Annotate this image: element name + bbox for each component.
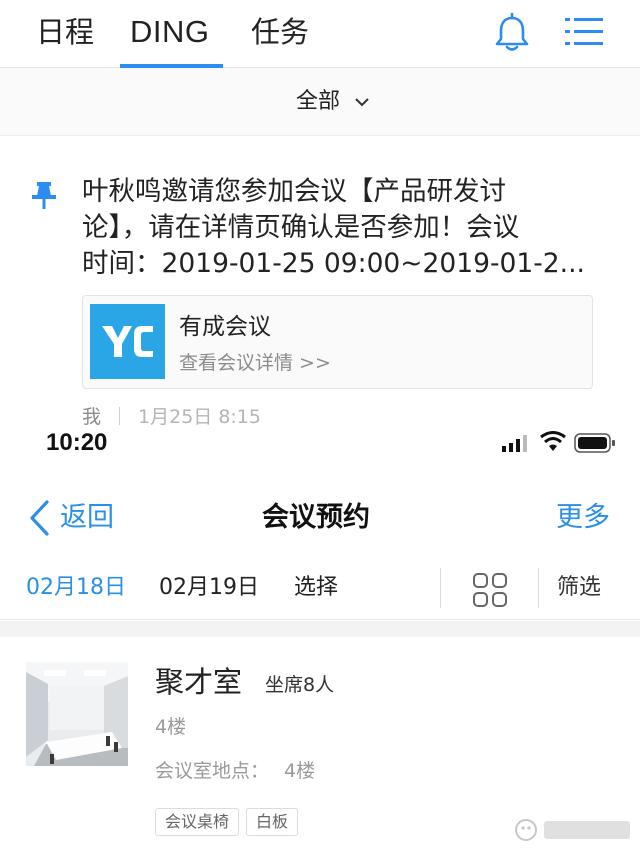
filter-button[interactable]: 筛选 <box>557 573 601 603</box>
filter-label[interactable]: 全部 <box>296 88 340 116</box>
message-line: 论】，请在详情页确认是否参加！会议 <box>82 212 520 243</box>
room-name[interactable]: 聚才室 <box>155 663 242 701</box>
sender: 我 <box>82 406 102 428</box>
status-time: 10:20 <box>46 429 108 456</box>
grid-view-icon[interactable] <box>472 572 508 608</box>
nav-bar: 返回 会议预约 更多 <box>0 480 640 556</box>
choose-date-button[interactable]: 选择 <box>294 573 338 603</box>
tab-ding[interactable]: DING <box>130 12 210 52</box>
back-chevron-icon[interactable] <box>27 499 51 537</box>
more-button[interactable]: 更多 <box>556 500 610 536</box>
tab-task[interactable]: 任务 <box>251 12 309 52</box>
ding-message[interactable]: 叶秋鸣邀请您参加会议【产品研发讨 论】，请在详情页确认是否参加！会议 时间：20… <box>82 174 602 282</box>
date-tab-active[interactable]: 02月18日 <box>26 573 126 603</box>
card-detail-link[interactable]: 查看会议详情 >> <box>179 351 331 375</box>
room-floor: 4楼 <box>155 716 187 738</box>
top-nav: 日程 DING 任务 <box>0 0 640 68</box>
battery-icon <box>574 433 615 453</box>
pin-icon <box>32 182 56 209</box>
timestamp: 1月25日 8:15 <box>138 406 261 428</box>
meeting-app-card[interactable]: 有成会议 查看会议详情 >> <box>82 295 593 389</box>
chevron-down-icon <box>355 98 369 107</box>
section-gap <box>0 621 640 637</box>
room-tag: 会议桌椅 <box>155 808 240 836</box>
room-location-value: 4楼 <box>284 760 316 782</box>
room-tag: 白板 <box>246 808 299 836</box>
status-bar: 10:20 <box>0 426 640 462</box>
tab-schedule[interactable]: 日程 <box>36 12 94 52</box>
filter-bar[interactable]: 全部 <box>0 68 640 136</box>
watermark-logo <box>515 819 630 841</box>
date-bar: 02月18日 02月19日 选择 筛选 <box>0 560 640 620</box>
date-tab[interactable]: 02月19日 <box>159 573 259 603</box>
room-seats: 坐席8人 <box>265 674 335 696</box>
card-title: 有成会议 <box>179 314 271 340</box>
yc-logo-mark <box>102 326 153 357</box>
meeting-room-photo[interactable] <box>26 662 128 766</box>
divider <box>440 568 441 608</box>
signal-icon <box>502 435 527 452</box>
menu-icon[interactable] <box>564 15 604 49</box>
room-location-label: 会议室地点： <box>155 760 270 782</box>
message-line: 叶秋鸣邀请您参加会议【产品研发讨 <box>82 176 506 207</box>
back-button[interactable]: 返回 <box>60 500 114 536</box>
page-title: 会议预约 <box>262 502 370 533</box>
divider <box>538 568 539 608</box>
bell-icon[interactable] <box>493 12 531 52</box>
wifi-icon <box>540 431 566 451</box>
divider <box>119 407 121 425</box>
message-line: 时间：2019-01-25 09:00~2019-01-2... <box>82 248 585 279</box>
yc-logo <box>90 304 165 379</box>
